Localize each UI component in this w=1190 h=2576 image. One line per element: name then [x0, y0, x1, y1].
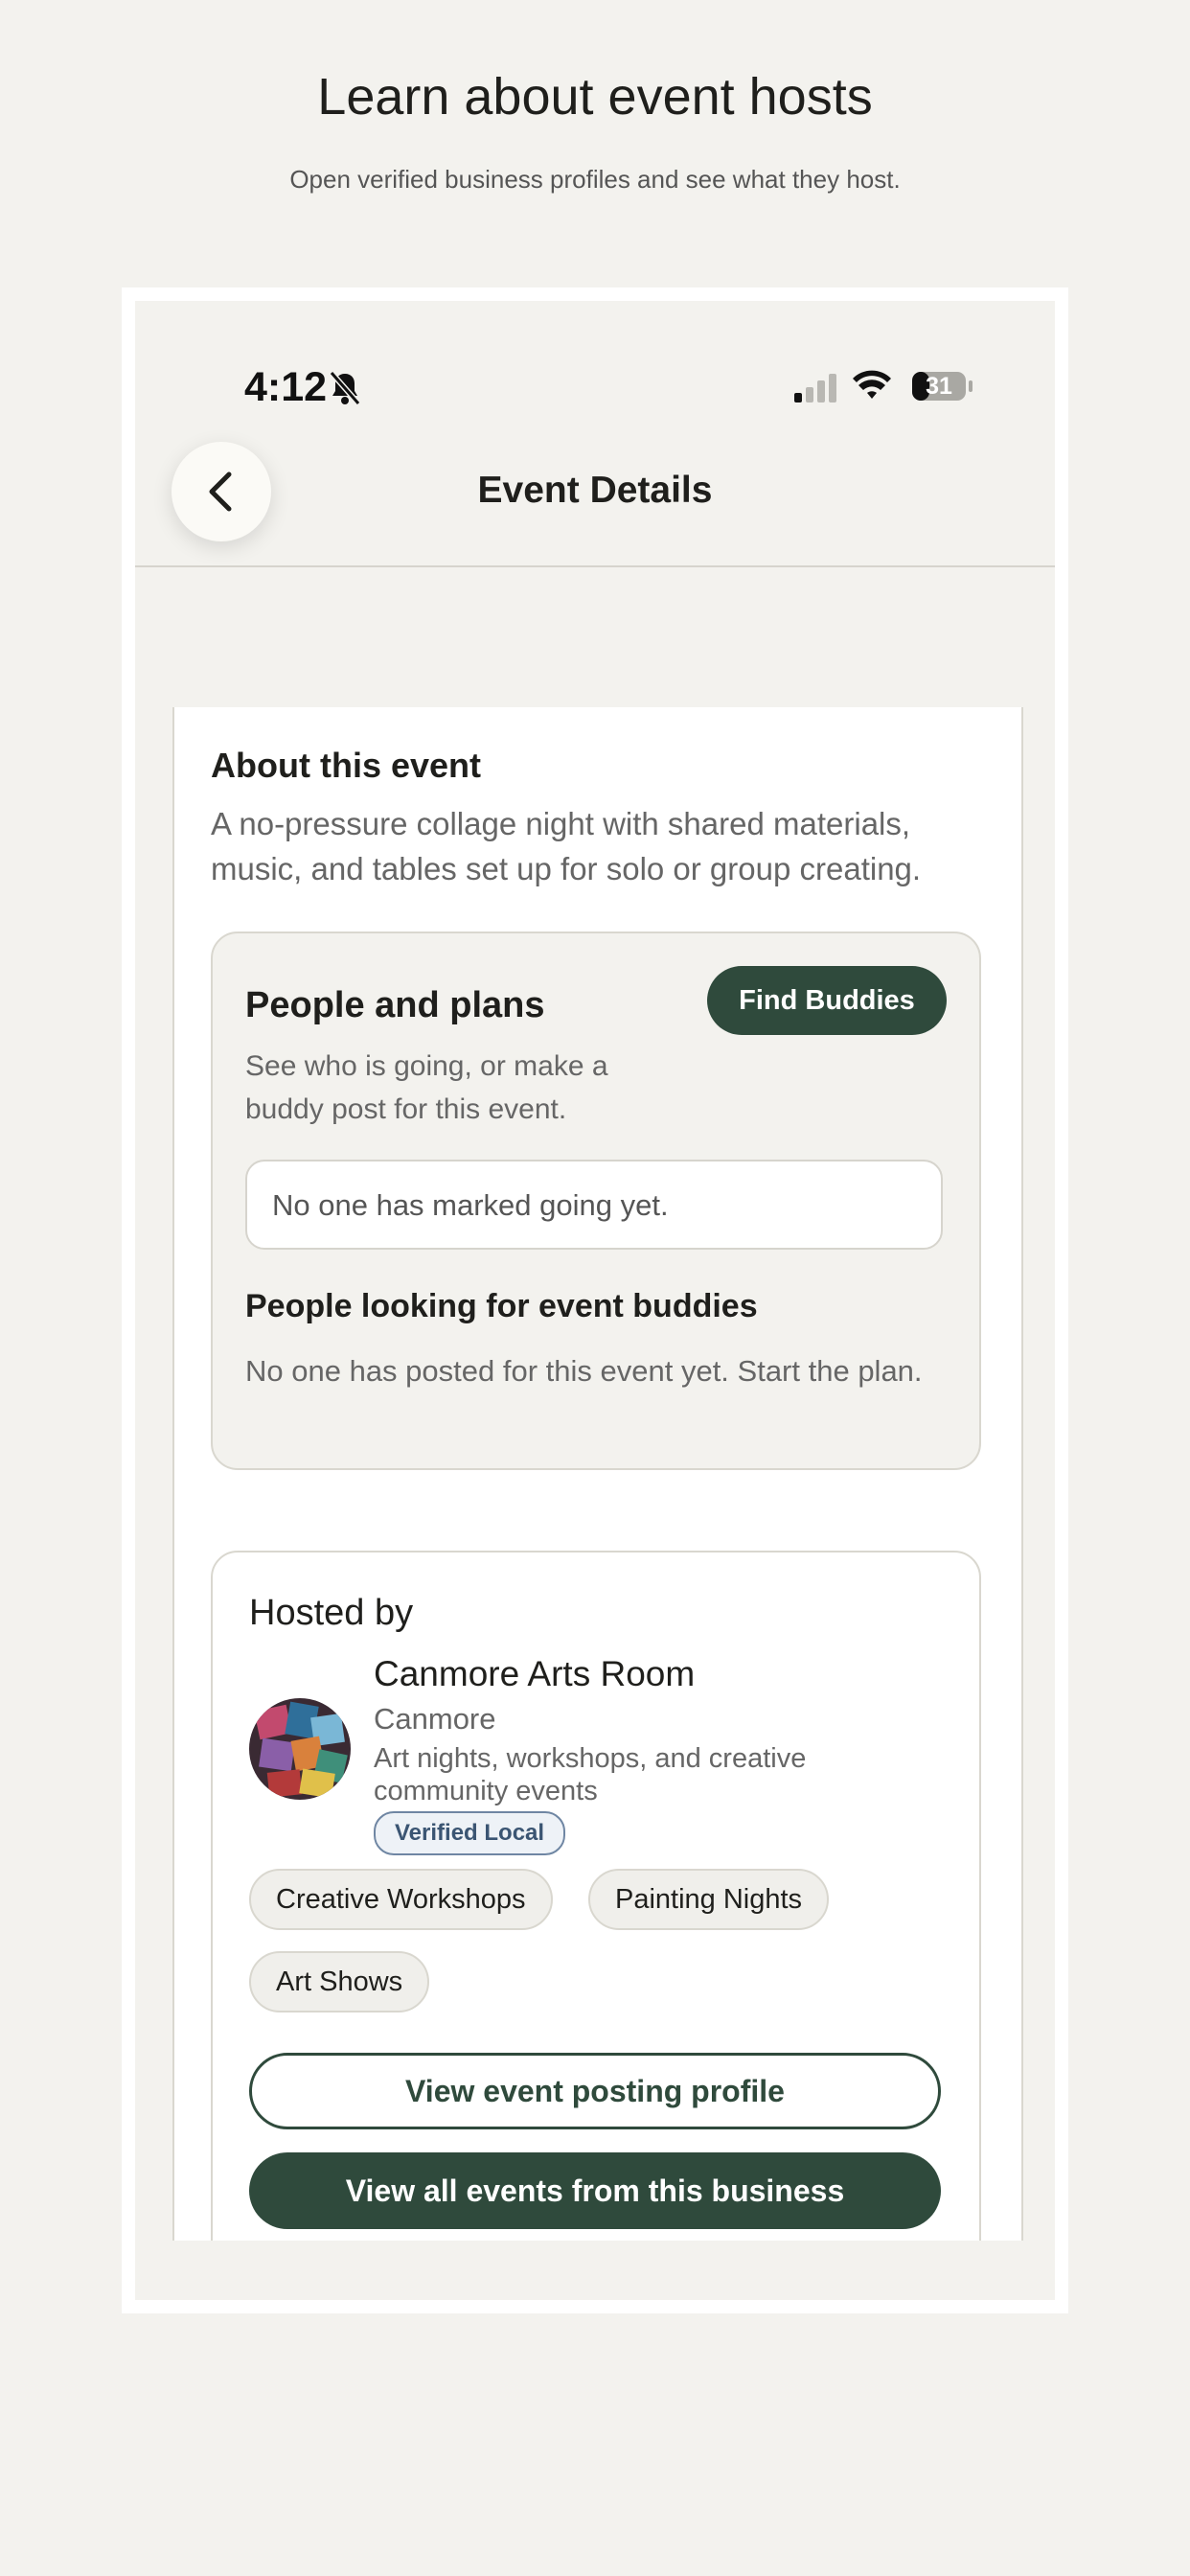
buddies-empty-text: No one has posted for this event yet. St…	[245, 1354, 923, 1388]
host-card: Hosted by Canmore Arts Room Canmore Art …	[211, 1551, 981, 2241]
tag-chip[interactable]: Creative Workshops	[249, 1869, 553, 1930]
phone-screen: 4:12 31 Event Details About this event A…	[135, 301, 1055, 2300]
people-title: People and plans	[245, 985, 545, 1025]
going-status: No one has marked going yet.	[245, 1160, 943, 1250]
phone-frame: 4:12 31 Event Details About this event A…	[122, 288, 1068, 2313]
people-description: See who is going, or make a buddy post f…	[245, 1050, 608, 1125]
host-name[interactable]: Canmore Arts Room	[374, 1654, 695, 1694]
event-content[interactable]: About this event A no-pressure collage n…	[172, 707, 1023, 2241]
host-section-title: Hosted by	[249, 1593, 414, 1633]
host-city: Canmore	[374, 1702, 496, 1736]
about-title: About this event	[211, 746, 482, 785]
battery-level: 31	[926, 373, 952, 400]
about-description: A no-pressure collage night with shared …	[211, 806, 922, 886]
tag-chip[interactable]: Art Shows	[249, 1951, 430, 2012]
verified-badge: Verified Local	[374, 1811, 566, 1855]
hero-subtitle: Open verified business profiles and see …	[289, 165, 901, 194]
host-avatar[interactable]	[249, 1698, 351, 1800]
host-description: Art nights, workshops, and creative comm…	[374, 1743, 807, 1806]
nav-divider	[135, 565, 1055, 567]
view-profile-button[interactable]: View event posting profile	[249, 2053, 941, 2129]
signal-icon	[794, 374, 836, 402]
page-title: Event Details	[477, 470, 713, 511]
find-buddies-button[interactable]: Find Buddies	[707, 966, 947, 1035]
view-all-events-button[interactable]: View all events from this business	[249, 2152, 941, 2229]
bell-slash-icon	[329, 371, 361, 405]
hero-title: Learn about event hosts	[317, 68, 873, 126]
tag-chip[interactable]: Painting Nights	[588, 1869, 830, 1930]
buddies-title: People looking for event buddies	[245, 1288, 758, 1324]
wifi-icon	[853, 370, 891, 399]
status-time: 4:12	[244, 364, 328, 410]
people-card: People and plans See who is going, or ma…	[211, 932, 981, 1470]
